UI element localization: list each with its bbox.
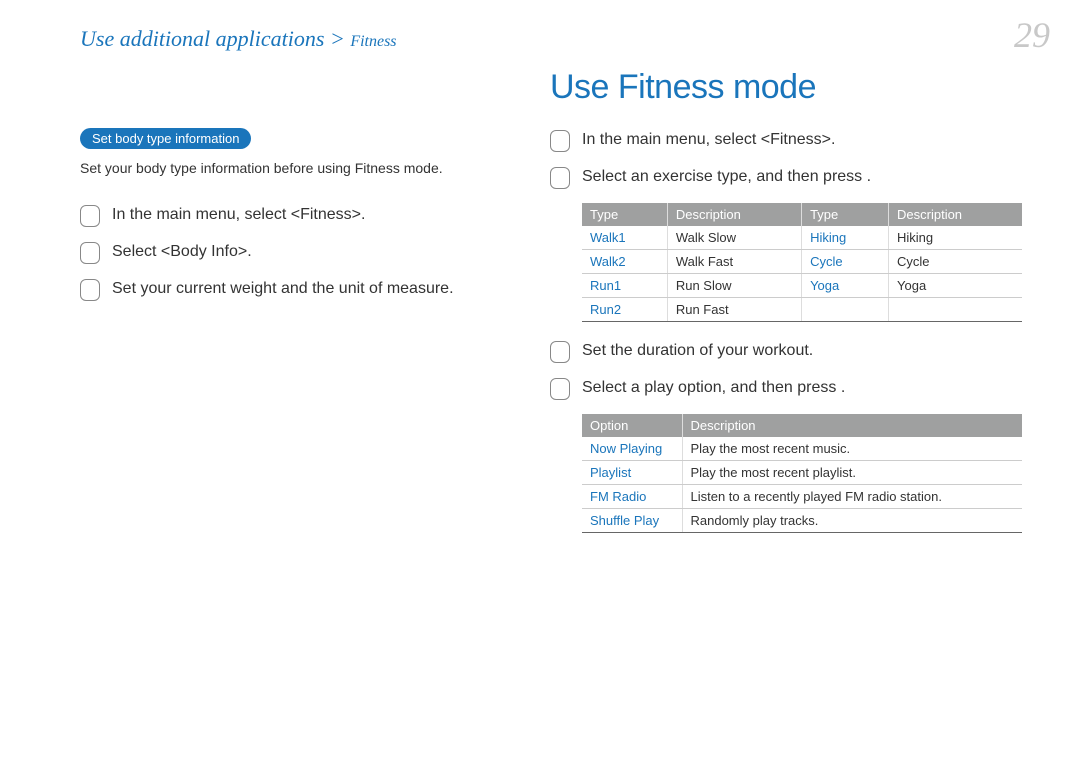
table-cell: Yoga bbox=[889, 274, 1022, 298]
breadcrumb-sep: > bbox=[330, 26, 345, 51]
table-header: Description bbox=[667, 203, 801, 226]
table-header: Option bbox=[582, 414, 682, 437]
play-options-table: Option Description Now Playing Play the … bbox=[582, 414, 1022, 533]
step-marker-icon bbox=[550, 341, 570, 363]
table-row: FM Radio Listen to a recently played FM … bbox=[582, 485, 1022, 509]
table-row: Walk2 Walk Fast Cycle Cycle bbox=[582, 250, 1022, 274]
step-marker-icon bbox=[550, 167, 570, 189]
table-cell: FM Radio bbox=[582, 485, 682, 509]
exercise-type-table: Type Description Type Description Walk1 … bbox=[582, 203, 1022, 322]
table-header: Type bbox=[802, 203, 889, 226]
step-text: In the main menu, select <Fitness>. bbox=[112, 204, 510, 226]
table-cell: Walk1 bbox=[582, 226, 667, 250]
table-header: Description bbox=[682, 414, 1022, 437]
table-header: Description bbox=[889, 203, 1022, 226]
step-item: Select <Body Info>. bbox=[80, 241, 510, 264]
table-cell: Run1 bbox=[582, 274, 667, 298]
table-cell: Walk2 bbox=[582, 250, 667, 274]
step-item: In the main menu, select <Fitness>. bbox=[550, 129, 1030, 152]
section-intro: Set your body type information before us… bbox=[80, 159, 510, 178]
step-marker-icon bbox=[80, 205, 100, 227]
breadcrumb-main: Use additional applications bbox=[80, 26, 324, 51]
table-cell: Walk Slow bbox=[667, 226, 801, 250]
table-cell: Playlist bbox=[582, 461, 682, 485]
table-cell: Now Playing bbox=[582, 437, 682, 461]
table-cell: Run Slow bbox=[667, 274, 801, 298]
table-row: Run1 Run Slow Yoga Yoga bbox=[582, 274, 1022, 298]
left-column: Set body type information Set your body … bbox=[80, 28, 510, 551]
left-steps: In the main menu, select <Fitness>. Sele… bbox=[80, 204, 510, 301]
table-cell: Play the most recent playlist. bbox=[682, 461, 1022, 485]
table-cell: Hiking bbox=[889, 226, 1022, 250]
table-cell: Shuffle Play bbox=[582, 509, 682, 533]
table-header: Type bbox=[582, 203, 667, 226]
page-number: 29 bbox=[1014, 14, 1050, 56]
table-row: Playlist Play the most recent playlist. bbox=[582, 461, 1022, 485]
table-row: Now Playing Play the most recent music. bbox=[582, 437, 1022, 461]
table-row: Walk1 Walk Slow Hiking Hiking bbox=[582, 226, 1022, 250]
step-text: Select an exercise type, and then press … bbox=[582, 166, 1030, 188]
table-row: Shuffle Play Randomly play tracks. bbox=[582, 509, 1022, 533]
right-steps-mid: Set the duration of your workout. Select… bbox=[550, 340, 1030, 400]
step-text: Set the duration of your workout. bbox=[582, 340, 1030, 362]
table-cell: Cycle bbox=[802, 250, 889, 274]
table-cell: Randomly play tracks. bbox=[682, 509, 1022, 533]
table-cell: Cycle bbox=[889, 250, 1022, 274]
page-title: Use Fitness mode bbox=[550, 68, 1030, 107]
step-item: Select an exercise type, and then press … bbox=[550, 166, 1030, 189]
step-text: Select a play option, and then press . bbox=[582, 377, 1030, 399]
table-row: Run2 Run Fast bbox=[582, 298, 1022, 322]
step-text: Set your current weight and the unit of … bbox=[112, 278, 510, 300]
table-cell: Yoga bbox=[802, 274, 889, 298]
step-text: Select <Body Info>. bbox=[112, 241, 510, 263]
breadcrumb: Use additional applications > Fitness bbox=[80, 26, 397, 52]
table-cell bbox=[802, 298, 889, 322]
table-cell: Run Fast bbox=[667, 298, 801, 322]
step-item: Set your current weight and the unit of … bbox=[80, 278, 510, 301]
step-marker-icon bbox=[80, 242, 100, 264]
table-cell: Play the most recent music. bbox=[682, 437, 1022, 461]
step-item: Set the duration of your workout. bbox=[550, 340, 1030, 363]
section-pill: Set body type information bbox=[80, 128, 251, 149]
step-marker-icon bbox=[550, 130, 570, 152]
table-cell: Hiking bbox=[802, 226, 889, 250]
right-steps-top: In the main menu, select <Fitness>. Sele… bbox=[550, 129, 1030, 189]
step-marker-icon bbox=[550, 378, 570, 400]
breadcrumb-sub: Fitness bbox=[350, 33, 396, 50]
table-cell: Walk Fast bbox=[667, 250, 801, 274]
step-item: In the main menu, select <Fitness>. bbox=[80, 204, 510, 227]
table-cell: Run2 bbox=[582, 298, 667, 322]
step-item: Select a play option, and then press . bbox=[550, 377, 1030, 400]
step-text: In the main menu, select <Fitness>. bbox=[582, 129, 1030, 151]
step-marker-icon bbox=[80, 279, 100, 301]
table-cell bbox=[889, 298, 1022, 322]
right-column: Use Fitness mode In the main menu, selec… bbox=[550, 28, 1030, 551]
table-cell: Listen to a recently played FM radio sta… bbox=[682, 485, 1022, 509]
